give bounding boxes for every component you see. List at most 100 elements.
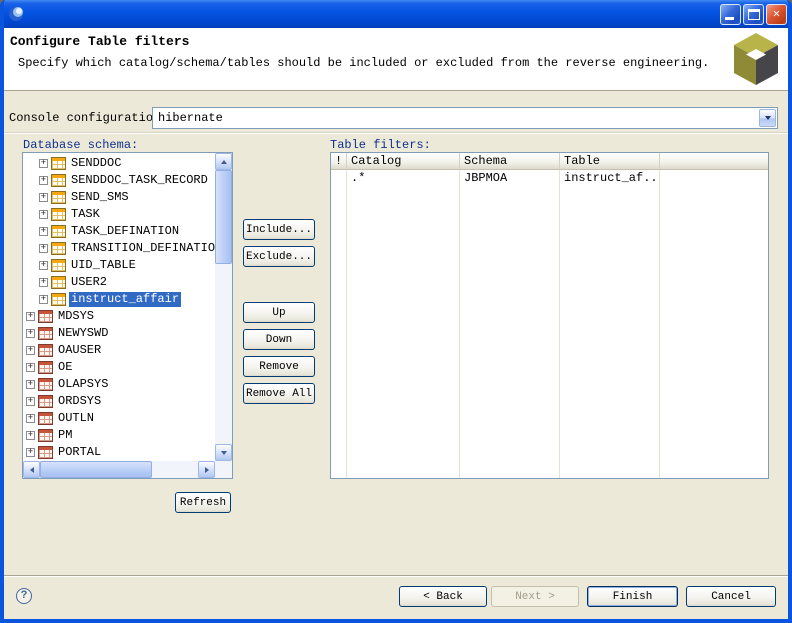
footer-separator: [4, 575, 788, 577]
maximize-button[interactable]: [743, 3, 764, 25]
filter-cell: [331, 170, 347, 187]
tree-item-TASK_DEFINATION[interactable]: + TASK_DEFINATION: [23, 223, 215, 240]
expander-plus-icon[interactable]: +: [39, 261, 48, 270]
wizard-content: Configure Table filters Specify which ca…: [4, 28, 788, 619]
scrollbar-corner: [215, 461, 232, 478]
titlebar[interactable]: ✕: [4, 0, 788, 28]
database-schema-tree: + SENDDOC + SENDDOC_TASK_RECORD + SEND_SMS + TA…: [22, 152, 233, 479]
tree-item-TASK[interactable]: + TASK: [23, 206, 215, 223]
expander-plus-icon[interactable]: +: [26, 363, 35, 372]
help-button[interactable]: ?: [16, 588, 32, 604]
schema-icon: [38, 361, 53, 374]
back-button[interactable]: < Back: [399, 586, 487, 607]
tree-item-OLAPSYS[interactable]: + OLAPSYS: [23, 376, 215, 393]
expander-plus-icon[interactable]: +: [26, 380, 35, 389]
exclude-button[interactable]: Exclude...: [243, 246, 315, 267]
tree-item-SENDDOC_TASK_RECORD[interactable]: + SENDDOC_TASK_RECORD: [23, 172, 215, 189]
tree-vertical-scrollbar[interactable]: [215, 153, 232, 461]
expander-plus-icon[interactable]: +: [26, 431, 35, 440]
table-icon: [51, 293, 66, 306]
column-header-filler: [660, 153, 768, 170]
expander-plus-icon[interactable]: +: [39, 176, 48, 185]
tree-item-USER2[interactable]: + USER2: [23, 274, 215, 291]
schema-icon: [38, 429, 53, 442]
expander-plus-icon[interactable]: +: [39, 295, 48, 304]
wizard-window: ✕ Configure Table filters Specify which …: [0, 0, 792, 623]
close-button[interactable]: ✕: [766, 3, 787, 25]
column-header--[interactable]: !: [331, 153, 347, 170]
minimize-button[interactable]: [720, 3, 741, 25]
column-header-table[interactable]: Table: [560, 153, 660, 170]
tree-item-PM[interactable]: + PM: [23, 427, 215, 444]
expander-plus-icon[interactable]: +: [26, 329, 35, 338]
tree-item-label: SENDDOC_TASK_RECORD: [71, 173, 208, 187]
remove-button[interactable]: Remove: [243, 356, 315, 377]
tree-item-instruct_affair[interactable]: + instruct_affair: [23, 291, 215, 308]
tree-item-label: OUTLN: [58, 411, 95, 425]
tree-item-ORDSYS[interactable]: + ORDSYS: [23, 393, 215, 410]
finish-button[interactable]: Finish: [587, 586, 678, 607]
minimize-icon: [725, 16, 734, 20]
tree-horizontal-scrollbar[interactable]: [23, 461, 215, 478]
table-icon: [51, 259, 66, 272]
grid-line: [346, 170, 347, 478]
scroll-down-button[interactable]: [215, 444, 232, 461]
expander-plus-icon[interactable]: +: [39, 227, 48, 236]
tree-item-PORTAL[interactable]: + PORTAL: [23, 444, 215, 461]
section-separator: [4, 132, 788, 134]
tree-item-MDSYS[interactable]: + MDSYS: [23, 308, 215, 325]
expander-plus-icon[interactable]: +: [26, 397, 35, 406]
refresh-button[interactable]: Refresh: [175, 492, 231, 513]
chevron-down-icon: [764, 116, 771, 120]
app-icon: [8, 6, 24, 22]
expander-plus-icon[interactable]: +: [39, 244, 48, 253]
down-button[interactable]: Down: [243, 329, 315, 350]
remove-all-button[interactable]: Remove All: [243, 383, 315, 404]
expander-plus-icon[interactable]: +: [39, 278, 48, 287]
tree-item-OUTLN[interactable]: + OUTLN: [23, 410, 215, 427]
tree-item-OE[interactable]: + OE: [23, 359, 215, 376]
expander-plus-icon[interactable]: +: [39, 193, 48, 202]
vertical-scroll-thumb[interactable]: [215, 170, 232, 264]
expander-plus-icon[interactable]: +: [39, 159, 48, 168]
wizard-banner: Configure Table filters Specify which ca…: [4, 28, 788, 91]
scroll-right-button[interactable]: [198, 461, 215, 478]
tree-item-label: PM: [58, 428, 73, 442]
tree-item-label: instruct_affair: [69, 292, 182, 307]
combo-dropdown-button[interactable]: [759, 109, 776, 127]
expander-plus-icon[interactable]: +: [26, 346, 35, 355]
tree-item-UID_TABLE[interactable]: + UID_TABLE: [23, 257, 215, 274]
console-configuration-combo[interactable]: hibernate: [152, 107, 778, 129]
combo-selected-value: hibernate: [158, 111, 223, 125]
tree-item-SEND_SMS[interactable]: + SEND_SMS: [23, 189, 215, 206]
scroll-up-button[interactable]: [215, 153, 232, 170]
hibernate-logo-icon: [732, 31, 780, 91]
table-icon: [51, 242, 66, 255]
page-title: Configure Table filters: [10, 34, 190, 49]
filter-row[interactable]: .* JBPMOA instruct_af...: [331, 170, 768, 187]
tree-item-label: UID_TABLE: [71, 258, 136, 272]
expander-plus-icon[interactable]: +: [26, 414, 35, 423]
include-button[interactable]: Include...: [243, 219, 315, 240]
schema-icon: [38, 395, 53, 408]
cancel-button[interactable]: Cancel: [686, 586, 776, 607]
column-header-catalog[interactable]: Catalog: [347, 153, 460, 170]
expander-plus-icon[interactable]: +: [39, 210, 48, 219]
up-button[interactable]: Up: [243, 302, 315, 323]
page-description: Specify which catalog/schema/tables shou…: [18, 56, 710, 70]
expander-plus-icon[interactable]: +: [26, 448, 35, 457]
expander-plus-icon[interactable]: +: [26, 312, 35, 321]
schema-icon: [38, 412, 53, 425]
tree-item-TRANSITION_DEFINATION[interactable]: + TRANSITION_DEFINATION: [23, 240, 215, 257]
column-header-schema[interactable]: Schema: [460, 153, 560, 170]
tree-item-SENDDOC[interactable]: + SENDDOC: [23, 155, 215, 172]
tree-item-label: MDSYS: [58, 309, 95, 323]
maximize-icon: [748, 8, 760, 20]
tree-item-NEWYSWD[interactable]: + NEWYSWD: [23, 325, 215, 342]
tree-item-label: OAUSER: [58, 343, 102, 357]
tree-item-OAUSER[interactable]: + OAUSER: [23, 342, 215, 359]
tree-item-label: TASK: [71, 207, 100, 221]
horizontal-scroll-thumb[interactable]: [40, 461, 152, 478]
filter-cell: .*: [351, 171, 366, 185]
scroll-left-button[interactable]: [23, 461, 40, 478]
